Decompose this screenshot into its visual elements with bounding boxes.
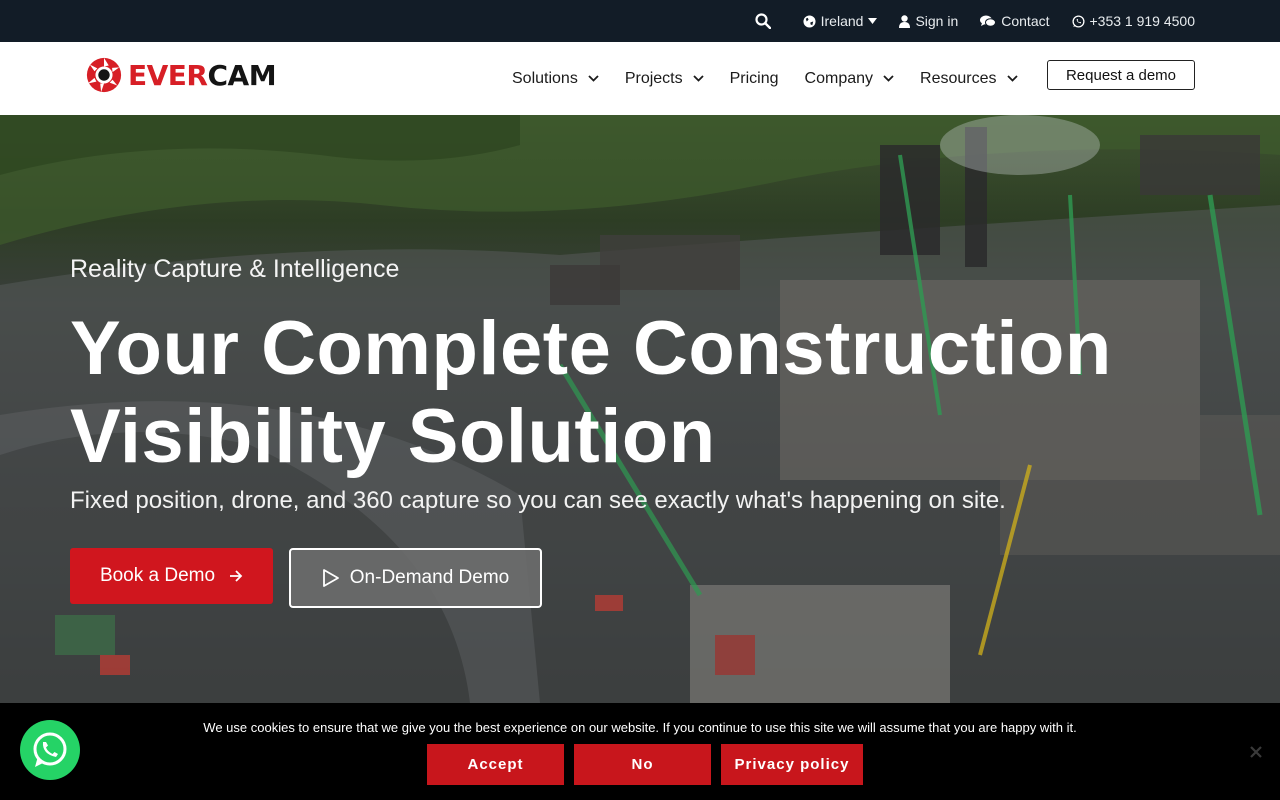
chevron-down-icon xyxy=(692,75,704,82)
hero-eyebrow: Reality Capture & Intelligence xyxy=(70,255,400,283)
chevron-down-icon xyxy=(588,75,599,82)
book-demo-label: Book a Demo xyxy=(99,565,216,586)
nav-item-projects[interactable]: Projects xyxy=(625,70,704,88)
cookie-privacy-policy-button[interactable]: Privacy policy xyxy=(721,744,863,785)
chevron-down-icon xyxy=(1006,75,1018,82)
comments-icon xyxy=(980,15,997,27)
logo-text-cam: CAM xyxy=(207,58,277,92)
cookie-message: We use cookies to ensure that we give yo… xyxy=(203,720,1077,735)
region-selector[interactable]: Ireland xyxy=(803,13,878,29)
globe-icon xyxy=(803,14,816,28)
phone-link[interactable]: +353 1 919 4500 xyxy=(1071,13,1196,29)
hero-subtitle: Fixed position, drone, and 360 capture s… xyxy=(70,487,1006,514)
primary-nav-menu: Solutions Projects Pricing Company Resou… xyxy=(512,42,1018,115)
close-icon[interactable] xyxy=(1248,744,1264,760)
nav-item-label: Resources xyxy=(920,69,997,87)
arrow-right-icon xyxy=(230,570,243,582)
contact-label: Contact xyxy=(1001,13,1050,29)
nav-item-solutions[interactable]: Solutions xyxy=(512,70,599,88)
on-demand-demo-button[interactable]: On-Demand Demo xyxy=(289,548,542,608)
phone-label: +353 1 919 4500 xyxy=(1089,13,1196,29)
nav-item-label: Solutions xyxy=(512,69,578,87)
logo-text-ever: EVER xyxy=(128,58,208,92)
whatsapp-chat-button[interactable] xyxy=(20,720,80,780)
sign-in-label: Sign in xyxy=(915,13,959,29)
hero-title-line-1: Your Complete Construction xyxy=(70,306,1112,391)
cookie-accept-button[interactable]: Accept xyxy=(427,744,564,785)
whatsapp-icon xyxy=(1071,14,1085,28)
nav-item-resources[interactable]: Resources xyxy=(920,69,1018,88)
cookie-consent-bar: We use cookies to ensure that we give yo… xyxy=(0,703,1280,800)
chevron-down-icon xyxy=(883,75,894,82)
aperture-logo-icon xyxy=(86,57,122,93)
request-demo-button[interactable]: Request a demo xyxy=(1047,60,1195,90)
nav-item-label: Company xyxy=(804,69,874,87)
region-label: Ireland xyxy=(820,13,864,29)
on-demand-demo-label: On-Demand Demo xyxy=(349,567,510,588)
contact-link[interactable]: Contact xyxy=(980,13,1050,29)
cookie-buttons: Accept No Privacy policy xyxy=(427,744,863,785)
hero-title: Your Complete Construction Visibility So… xyxy=(70,305,1170,481)
whatsapp-icon xyxy=(33,732,67,767)
book-demo-button[interactable]: Book a Demo xyxy=(70,548,273,604)
nav-item-label: Projects xyxy=(624,69,683,87)
evercam-logo[interactable]: EVERCAM xyxy=(85,56,277,94)
nav-item-pricing[interactable]: Pricing xyxy=(730,70,779,88)
search-icon xyxy=(755,13,771,29)
main-navbar: EVERCAM Solutions Projects Pricing Compa… xyxy=(0,42,1280,115)
nav-item-company[interactable]: Company xyxy=(805,70,894,88)
logo-wordmark: EVERCAM xyxy=(128,58,277,92)
hero-section: Reality Capture & Intelligence Your Comp… xyxy=(0,115,1280,703)
caret-down-icon xyxy=(868,18,878,24)
play-icon xyxy=(322,569,339,587)
search-button[interactable] xyxy=(755,13,771,29)
sign-in-link[interactable]: Sign in xyxy=(899,13,958,29)
nav-item-label: Pricing xyxy=(729,69,779,87)
hero-title-line-2: Visibility Solution xyxy=(70,394,716,479)
cookie-no-button[interactable]: No xyxy=(574,744,711,785)
top-utility-bar: Ireland Sign in Contact +353 1 919 4500 xyxy=(0,0,1280,42)
user-icon xyxy=(899,14,911,28)
